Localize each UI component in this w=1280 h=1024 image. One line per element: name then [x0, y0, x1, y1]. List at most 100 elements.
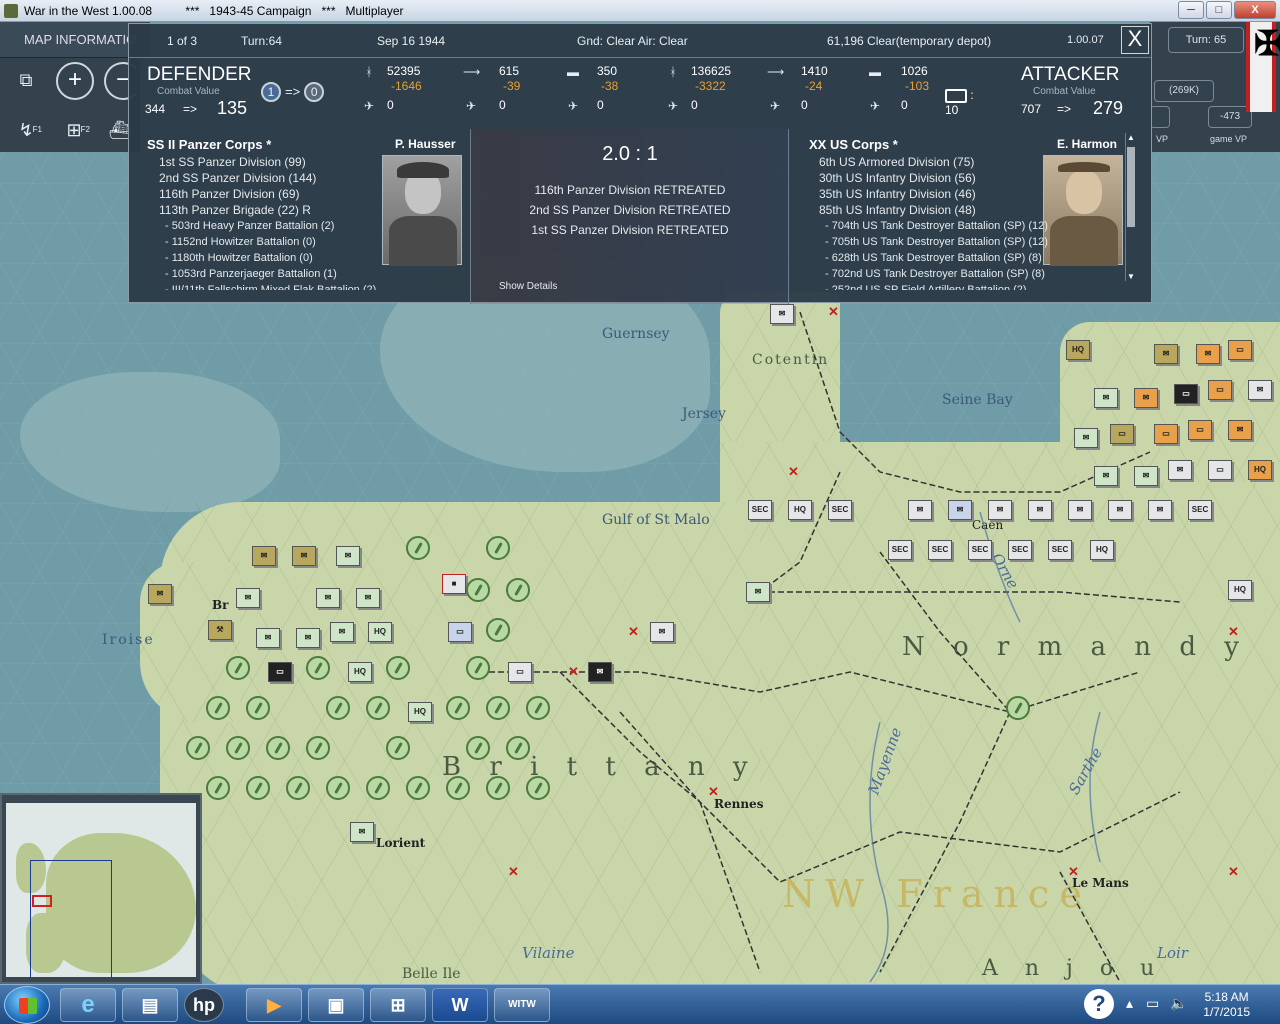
unit-counter[interactable]: HQ [1228, 580, 1252, 600]
defender-corps[interactable]: SS II Panzer Corps * [147, 137, 271, 152]
attacker-unit[interactable]: 35th US Infantry Division (46) [819, 186, 1048, 202]
defender-unit[interactable]: 116th Panzer Division (69) [159, 186, 376, 202]
unit-marker[interactable] [506, 578, 530, 602]
unit-counter[interactable]: ✉ [148, 584, 172, 604]
attacker-commander-portrait[interactable] [1043, 155, 1123, 266]
move-mode-icon[interactable]: ↯ F1 [8, 114, 44, 146]
unit-counter[interactable]: SEC [1048, 540, 1072, 560]
task-manager-icon[interactable]: ▣ [308, 988, 364, 1022]
unit-marker[interactable] [526, 776, 550, 800]
unit-counter[interactable]: ✉ [948, 500, 972, 520]
unit-counter[interactable]: ✉ [1196, 344, 1220, 364]
unit-counter[interactable]: ✉ [746, 582, 770, 602]
unit-counter[interactable]: ✉ [316, 588, 340, 608]
attacker-unit[interactable]: 30th US Infantry Division (56) [819, 170, 1048, 186]
scroll-up-icon[interactable]: ▲ [1126, 133, 1136, 142]
unit-marker[interactable] [1006, 696, 1030, 720]
unit-counter[interactable]: ✉ [1074, 428, 1098, 448]
unit-marker[interactable] [386, 656, 410, 680]
unit-counter[interactable]: ▭ [268, 662, 292, 682]
unit-counter[interactable]: SEC [1008, 540, 1032, 560]
attacker-unit[interactable]: 6th US Armored Division (75) [819, 154, 1048, 170]
unit-counter[interactable]: ▭ [508, 662, 532, 682]
defender-subunit[interactable]: - 1053rd Panzerjaeger Battalion (1) [159, 266, 376, 282]
unit-counter[interactable]: ▭ [448, 622, 472, 642]
unit-marker[interactable] [486, 696, 510, 720]
unit-marker[interactable] [366, 776, 390, 800]
defender-commander[interactable]: P. Hausser [395, 137, 456, 151]
battle-page-counter[interactable]: 1 of 3 [167, 34, 197, 48]
unit-marker[interactable] [486, 776, 510, 800]
unit-marker[interactable] [386, 736, 410, 760]
unit-counter[interactable]: ✉ [256, 628, 280, 648]
minimap-view[interactable] [6, 803, 196, 977]
unit-counter[interactable]: ✉ [650, 622, 674, 642]
hp-icon[interactable]: hp [184, 988, 224, 1022]
unit-counter[interactable]: ✉ [1148, 500, 1172, 520]
unit-marker[interactable] [446, 776, 470, 800]
unit-marker[interactable] [466, 736, 490, 760]
defender-unit[interactable]: 2nd SS Panzer Division (144) [159, 170, 376, 186]
defender-subunit[interactable]: - 1180th Howitzer Battalion (0) [159, 250, 376, 266]
unit-counter[interactable]: ✉ [330, 622, 354, 642]
unit-counter[interactable]: ✉ [908, 500, 932, 520]
maximize-button[interactable]: □ [1206, 1, 1232, 19]
attacker-subunit[interactable]: - 705th US Tank Destroyer Battalion (SP)… [819, 234, 1048, 250]
defender-subunit[interactable]: - III/11th Fallschirm Mixed Flak Battali… [159, 282, 376, 290]
unit-counter[interactable]: ▭ [1208, 380, 1232, 400]
unit-counter[interactable]: HQ [788, 500, 812, 520]
unit-counter[interactable]: ▭ [1110, 424, 1134, 444]
unit-counter[interactable]: SEC [968, 540, 992, 560]
attacker-subunit[interactable]: - 628th US Tank Destroyer Battalion (SP)… [819, 250, 1048, 266]
attacker-corps[interactable]: XX US Corps * [809, 137, 898, 152]
unit-counter[interactable]: ✉ [1094, 466, 1118, 486]
unit-counter[interactable]: ▭ [1228, 340, 1252, 360]
unit-marker[interactable] [486, 618, 510, 642]
zoom-in-button[interactable]: + [56, 62, 94, 100]
unit-counter[interactable]: ✉ [1134, 466, 1158, 486]
unit-counter[interactable]: ⚒ [208, 620, 232, 640]
unit-counter[interactable]: ✉ [1068, 500, 1092, 520]
unit-counter[interactable]: HQ [368, 622, 392, 642]
unit-marker[interactable] [466, 656, 490, 680]
attacker-commander[interactable]: E. Harmon [1057, 137, 1117, 151]
unit-counter[interactable]: ✉ [1228, 420, 1252, 440]
unit-counter[interactable]: ✉ [1094, 388, 1118, 408]
unit-counter[interactable]: ✉ [588, 662, 612, 682]
show-details-button[interactable]: Show Details [499, 281, 557, 292]
unit-marker[interactable] [406, 536, 430, 560]
scroll-thumb[interactable] [1127, 147, 1135, 227]
unit-marker[interactable] [266, 736, 290, 760]
unit-counter[interactable]: HQ [1248, 460, 1272, 480]
media-player-icon[interactable]: ▶ [246, 988, 302, 1022]
scroll-down-icon[interactable]: ▼ [1126, 272, 1136, 281]
unit-counter[interactable]: ✉ [770, 304, 794, 324]
start-button[interactable] [4, 986, 50, 1024]
tray-expand-icon[interactable]: ▴ [1126, 995, 1133, 1012]
witw-game-icon[interactable]: WITW [494, 988, 550, 1022]
unit-marker[interactable] [446, 696, 470, 720]
defender-unit[interactable]: 1st SS Panzer Division (99) [159, 154, 376, 170]
windows-toggle-icon[interactable]: ⧉ [8, 64, 44, 96]
unit-counter[interactable]: HQ [348, 662, 372, 682]
word-icon[interactable]: W [432, 988, 488, 1022]
unit-marker[interactable] [226, 736, 250, 760]
unit-counter[interactable]: SEC [888, 540, 912, 560]
unit-marker[interactable] [326, 696, 350, 720]
unit-counter[interactable]: ▭ [1188, 420, 1212, 440]
unit-counter[interactable]: ✉ [356, 588, 380, 608]
unit-counter[interactable]: ✉ [1248, 380, 1272, 400]
unit-counter[interactable]: ✉ [1134, 388, 1158, 408]
defender-commander-portrait[interactable] [382, 155, 462, 266]
battle-close-button[interactable]: X [1121, 26, 1149, 54]
unit-counter[interactable]: ▭ [1154, 424, 1178, 444]
unit-counter[interactable]: ✉ [350, 822, 374, 842]
unit-counter[interactable]: SEC [748, 500, 772, 520]
unit-counter[interactable]: ✉ [1108, 500, 1132, 520]
defender-subunit[interactable]: - 1152nd Howitzer Battalion (0) [159, 234, 376, 250]
unit-marker[interactable] [466, 578, 490, 602]
unit-counter[interactable]: HQ [1090, 540, 1114, 560]
internet-explorer-icon[interactable]: e [60, 988, 116, 1022]
file-explorer-icon[interactable]: ▤ [122, 988, 178, 1022]
system-clock[interactable]: 5:18 AM 1/7/2015 [1203, 990, 1250, 1020]
